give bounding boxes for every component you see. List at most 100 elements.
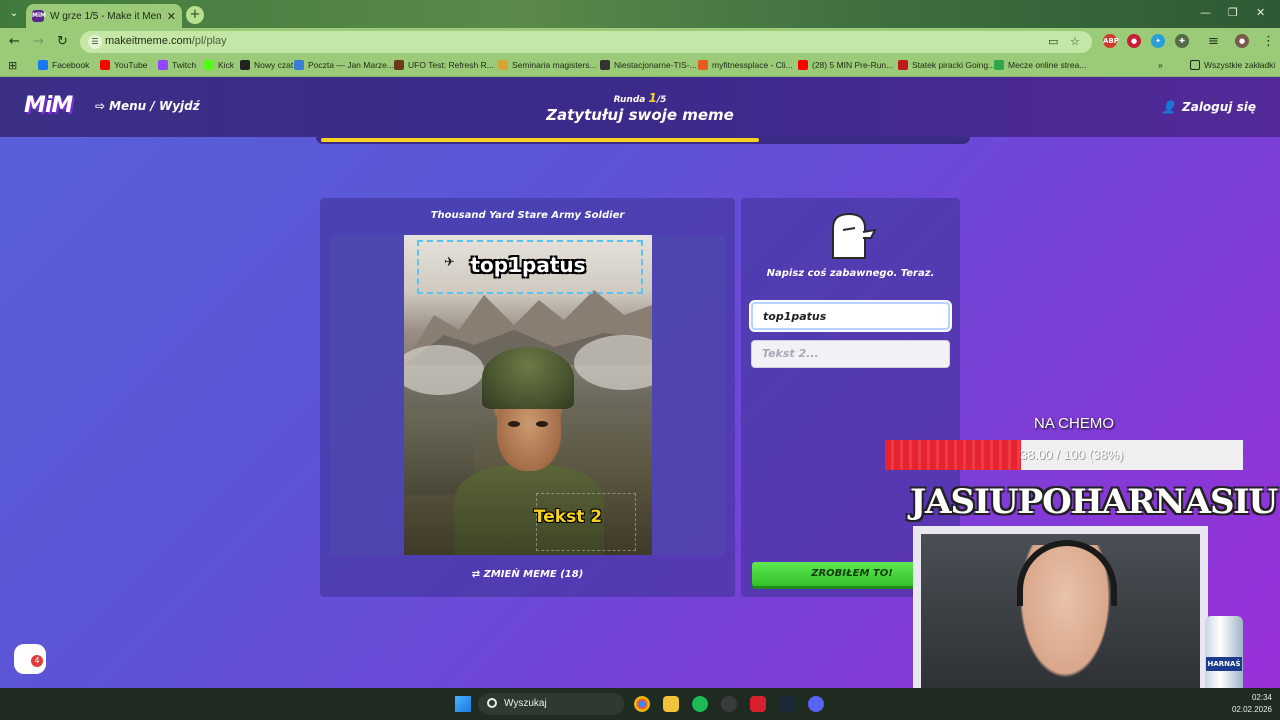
bookmark-favicon-icon: [498, 60, 508, 70]
meme-image: ✈ top1patus Tekst 2: [404, 235, 652, 555]
donation-goal-fill: [885, 440, 1022, 470]
donation-goal-text: 38.00 / 100 (38%): [1020, 447, 1124, 462]
bookmark-item[interactable]: UFO Test: Refresh R...: [394, 60, 494, 70]
smoke-cloud: [404, 345, 484, 395]
obs-icon[interactable]: [721, 696, 737, 712]
bookmark-label: Twitch: [172, 60, 197, 70]
bookmark-item[interactable]: Poczta — Jan Marze...: [294, 60, 394, 70]
all-bookmarks-link[interactable]: Wszystkie zakładki: [1190, 60, 1275, 70]
beer-can-label: HARNAŚ: [1206, 657, 1242, 671]
bookmark-favicon-icon: [600, 60, 610, 70]
chrome-taskbar-icon[interactable]: [634, 696, 650, 712]
discord-icon[interactable]: [808, 696, 824, 712]
bookmark-favicon-icon: [698, 60, 708, 70]
bookmark-favicon-icon: [798, 60, 808, 70]
bookmark-star-icon[interactable]: ☆: [1070, 35, 1080, 48]
url-text: makeitmeme.com/pl/play: [105, 35, 227, 47]
tab-search-icon[interactable]: ⌄: [6, 6, 22, 22]
bookmark-item[interactable]: Mecze online strea...: [994, 60, 1086, 70]
donation-goal-label: NA CHEMO: [1034, 415, 1115, 432]
login-link[interactable]: 👤 Zaloguj się: [1161, 100, 1256, 114]
bookmark-favicon-icon: [158, 60, 168, 70]
change-meme-button[interactable]: ⇄ ZMIEŃ MEME (18): [320, 569, 735, 580]
bookmark-item[interactable]: Nowy czat: [240, 60, 293, 70]
extension-blue-icon[interactable]: ✦: [1151, 34, 1165, 48]
bookmark-favicon-icon: [898, 60, 908, 70]
bookmark-favicon-icon: [204, 60, 214, 70]
bookmarks-overflow-icon[interactable]: »: [1158, 60, 1163, 70]
bookmark-item[interactable]: YouTube: [100, 60, 147, 70]
bookmark-item[interactable]: Seminaria magisters...: [498, 60, 597, 70]
bookmark-item[interactable]: (28) 5 MIN Pre-Run...: [798, 60, 893, 70]
change-meme-label: ZMIEŃ MEME (18): [483, 569, 584, 580]
bookmark-label: Mecze online strea...: [1008, 60, 1087, 70]
bookmark-label: Statek piracki Going...: [912, 60, 996, 70]
minimize-icon[interactable]: —: [1200, 6, 1211, 19]
url-path: /pl/play: [191, 35, 227, 47]
profile-avatar[interactable]: ●: [1235, 34, 1249, 48]
bookmark-label: myfitnessplace - Cli...: [712, 60, 793, 70]
bookmark-item[interactable]: myfitnessplace - Cli...: [698, 60, 793, 70]
file-explorer-icon[interactable]: [663, 696, 679, 712]
prompt-text: Napisz coś zabawnego. Teraz.: [766, 268, 935, 279]
bookmark-favicon-icon: [294, 60, 304, 70]
bookmark-item[interactable]: Twitch: [158, 60, 196, 70]
bookmark-favicon-icon: [38, 60, 48, 70]
streamer-name: JASIUPOHARNASIU: [910, 482, 1278, 522]
round-total: /5: [656, 95, 667, 105]
url-host: makeitmeme.com: [105, 35, 192, 47]
apps-grid-icon[interactable]: ⊞: [8, 59, 17, 72]
soldier-eye: [508, 421, 520, 427]
round-label: Runda: [613, 95, 646, 105]
tab-favicon: MiM: [32, 10, 46, 22]
folder-icon: [1190, 60, 1200, 70]
round-indicator: Runda 1/5: [0, 91, 1280, 105]
address-bar[interactable]: ☰ makeitmeme.com/pl/play ▭ ☆: [80, 31, 1092, 53]
back-icon[interactable]: ←: [9, 34, 20, 49]
all-bookmarks-label: Wszystkie zakładki: [1204, 60, 1276, 70]
browser-toolbar: ← → ↻ ☰ makeitmeme.com/pl/play ▭ ☆ ≡ ⋮: [0, 28, 1280, 56]
meme-caption-top: top1patus: [470, 253, 586, 277]
reload-icon[interactable]: ↻: [57, 34, 68, 49]
windows-start-icon[interactable]: [455, 696, 471, 712]
bookmarks-bar: ⊞ Facebook YouTube Twitch Kick Nowy czat Pocz…: [0, 56, 1280, 77]
browser-tab-active[interactable]: MiM W grze 1/5 - Make it Meme ✕: [26, 4, 182, 28]
smoke-cloud: [574, 335, 652, 390]
soldier-eye: [536, 421, 548, 427]
window-close-icon[interactable]: ✕: [1256, 6, 1265, 19]
browser-tab-strip: ⌄ MiM W grze 1/5 - Make it Meme ✕ + — ❐ …: [0, 0, 1280, 28]
bookmark-item[interactable]: Kick: [204, 60, 234, 70]
install-app-icon[interactable]: ▭: [1048, 35, 1058, 48]
bookmark-favicon-icon: [394, 60, 404, 70]
mascot-icon: [832, 212, 877, 259]
maximize-icon[interactable]: ❐: [1228, 6, 1238, 19]
site-info-icon[interactable]: ☰: [88, 35, 102, 49]
taskbar-search[interactable]: Wyszukaj: [478, 693, 624, 715]
new-tab-icon[interactable]: +: [186, 6, 204, 24]
app-red-icon[interactable]: [750, 696, 766, 712]
steam-icon[interactable]: [779, 696, 795, 712]
chrome-menu-icon[interactable]: ⋮: [1262, 34, 1275, 49]
chat-badge: 4: [31, 655, 43, 667]
bookmark-item[interactable]: Facebook: [38, 60, 89, 70]
tab-close-icon[interactable]: ✕: [167, 10, 176, 23]
round-current: 1: [648, 91, 657, 105]
extensions-puzzle-icon[interactable]: ✚: [1175, 34, 1189, 48]
caption-input-1[interactable]: top1patus: [751, 302, 950, 330]
bookmark-label: Poczta — Jan Marze...: [308, 60, 394, 70]
extension-red-icon[interactable]: ●: [1127, 34, 1141, 48]
bookmark-item[interactable]: Statek piracki Going...: [898, 60, 995, 70]
timer-progress-fill: [321, 138, 759, 142]
system-clock[interactable]: 02:34 02.02.2026: [1232, 692, 1272, 716]
forward-icon[interactable]: →: [33, 34, 44, 49]
reading-list-icon[interactable]: ≡: [1208, 34, 1219, 49]
adblock-extension-icon[interactable]: ABP: [1103, 34, 1119, 48]
bookmark-label: Niestacjonarne-TIS-...: [614, 60, 697, 70]
clock-date: 02.02.2026: [1231, 705, 1272, 714]
spotify-icon[interactable]: [692, 696, 708, 712]
user-icon: 👤: [1161, 100, 1177, 114]
caption-input-2[interactable]: Tekst 2...: [751, 340, 950, 368]
bookmark-label: Kick: [218, 60, 235, 70]
bookmark-item[interactable]: Niestacjonarne-TIS-...: [600, 60, 697, 70]
login-label: Zaloguj się: [1182, 100, 1256, 114]
